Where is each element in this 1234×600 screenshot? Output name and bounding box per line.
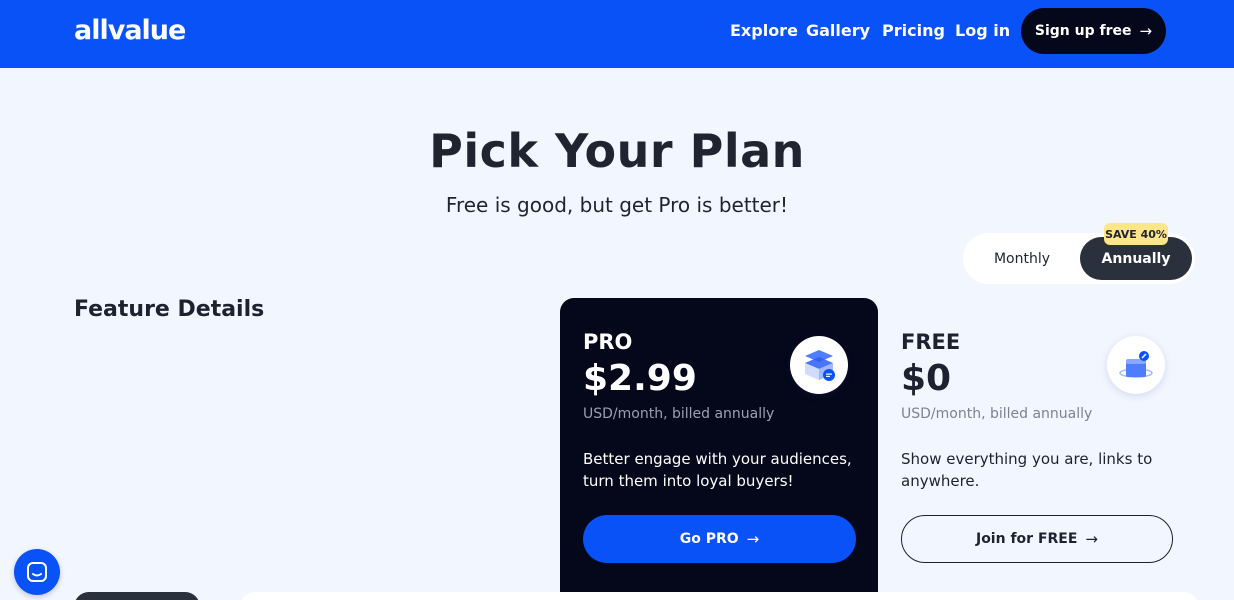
- bottom-pill: [74, 592, 200, 600]
- nav-explore[interactable]: Explore: [730, 21, 798, 40]
- stacked-cube-icon: [790, 336, 848, 394]
- box-link-icon: [1107, 336, 1165, 394]
- page-subtitle: Free is good, but get Pro is better!: [445, 193, 789, 217]
- feature-table-panel: [240, 592, 1198, 600]
- sign-up-label: Sign up free: [1034, 23, 1132, 39]
- feature-details-title: Feature Details: [74, 297, 265, 322]
- logo[interactable]: allvalue: [74, 15, 186, 46]
- pro-plan-description: Better engage with your audiences, turn …: [583, 450, 852, 490]
- page-title: Pick Your Plan: [429, 124, 805, 178]
- free-plan-price: $0: [901, 358, 952, 399]
- nav-login[interactable]: Log in: [955, 21, 1010, 40]
- free-plan-name: FREE: [901, 330, 961, 354]
- toggle-monthly[interactable]: Monthly: [963, 233, 1081, 284]
- free-plan-description: Show everything you are, links to anywhe…: [901, 450, 1153, 490]
- go-pro-button[interactable]: Go PRO →: [583, 515, 856, 563]
- sign-up-button[interactable]: Sign up free →: [1021, 8, 1166, 54]
- nav-gallery[interactable]: Gallery: [806, 21, 870, 40]
- go-pro-label: Go PRO: [679, 531, 739, 547]
- chat-icon[interactable]: [14, 549, 60, 595]
- pro-plan-price: $2.99: [583, 358, 697, 399]
- save-badge: SAVE 40%: [1104, 223, 1168, 245]
- arrow-right-icon: →: [1139, 22, 1153, 40]
- join-free-label: Join for FREE: [975, 531, 1078, 547]
- join-free-button[interactable]: Join for FREE →: [901, 515, 1173, 563]
- arrow-right-icon: →: [1085, 530, 1098, 548]
- free-plan-billing: USD/month, billed annually: [901, 406, 1093, 422]
- pro-plan-name: PRO: [583, 330, 633, 354]
- pro-plan-billing: USD/month, billed annually: [583, 406, 775, 422]
- nav-pricing[interactable]: Pricing: [882, 21, 945, 40]
- arrow-right-icon: →: [746, 530, 760, 548]
